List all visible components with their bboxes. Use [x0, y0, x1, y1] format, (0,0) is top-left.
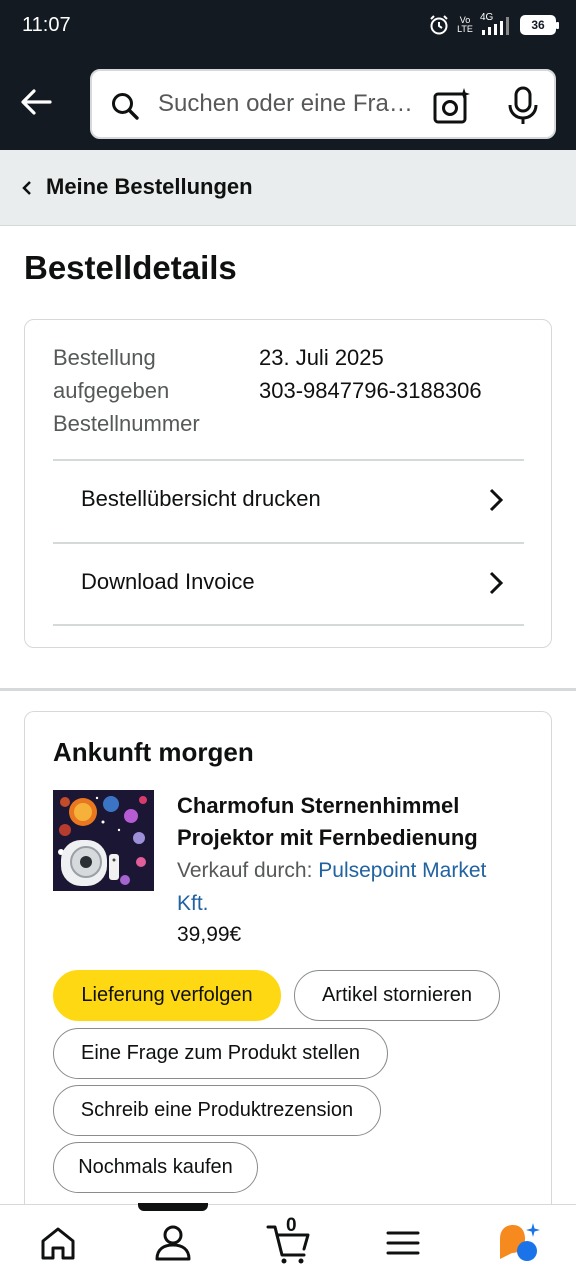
product-title[interactable]: Charmofun Sternenhimmel Projektor mit Fe… [177, 790, 527, 854]
chevron-right-icon [489, 571, 504, 595]
order-date-value: 23. Juli 2025 [259, 345, 384, 370]
menu-icon[interactable] [381, 1221, 425, 1265]
star-projector-image [53, 790, 154, 891]
product-title-line-1: Charmofun Sternenhimmel [177, 793, 460, 818]
divider [53, 624, 524, 626]
search-box[interactable]: Suchen oder eine Frage stellen [90, 69, 556, 139]
search-input[interactable]: Suchen oder eine Frage stellen [158, 90, 420, 118]
ask-question-button[interactable]: Eine Frage zum Produkt stellen [53, 1028, 388, 1079]
cart-count: 0 [286, 1215, 297, 1236]
order-placed-label-1: Bestellung [53, 345, 156, 370]
order-info-card: Bestellung aufgegeben Bestellnummer 23. … [24, 319, 552, 648]
arrival-status: Ankunft morgen [53, 737, 254, 767]
status-time: 11:07 [22, 14, 71, 36]
rufus-assistant-icon[interactable] [496, 1221, 540, 1265]
app-header: Suchen oder eine Frage stellen [0, 56, 576, 150]
home-icon[interactable] [36, 1221, 80, 1265]
chevron-right-icon [489, 488, 504, 512]
page-title: Bestelldetails [24, 249, 237, 286]
download-invoice-label: Download Invoice [81, 569, 255, 594]
download-invoice-link[interactable]: Download Invoice [53, 543, 524, 625]
seller-link-suffix[interactable]: Kft. [177, 892, 209, 915]
profile-icon[interactable] [151, 1221, 195, 1265]
signal-icon [482, 17, 509, 35]
order-number-value: 303-9847796-3188306 [259, 378, 482, 403]
cancel-item-button[interactable]: Artikel stornieren [294, 970, 500, 1021]
breadcrumb-label[interactable]: Meine Bestellungen [46, 174, 253, 200]
product-price: 39,99€ [177, 923, 242, 946]
buy-again-button[interactable]: Nochmals kaufen [53, 1142, 258, 1193]
order-placed-label-2: aufgegeben [53, 378, 170, 403]
signal-indicator: 4G [480, 12, 514, 36]
print-summary-link[interactable]: Bestellübersicht drucken [53, 460, 524, 542]
cart-button[interactable]: 0 [266, 1215, 314, 1265]
track-package-button[interactable]: Lieferung verfolgen [53, 970, 281, 1021]
order-number-label: Bestellnummer [53, 411, 200, 436]
camera-search-icon[interactable] [432, 86, 472, 126]
shipment-card: Ankunft morgen Charmofun Sternenhimmel P… [24, 711, 552, 1231]
product-title-line-2: Projektor mit Fernbedienung [177, 825, 478, 850]
section-separator [0, 688, 576, 691]
search-icon [112, 93, 139, 120]
volte-label: Vo LTE [457, 15, 473, 34]
microphone-icon[interactable] [506, 86, 540, 126]
status-icons: Vo LTE 4G 36 [428, 12, 559, 36]
scroll-indicator [138, 1203, 208, 1211]
volte-indicator: Vo LTE [456, 16, 474, 34]
back-arrow-icon[interactable] [18, 84, 54, 120]
breadcrumb[interactable]: Meine Bestellungen [0, 150, 576, 226]
seller-info: Verkauf durch: Pulsepoint Market Kft. [177, 854, 527, 920]
chevron-left-icon [22, 181, 31, 195]
bottom-navigation: 0 [0, 1204, 576, 1280]
product-image[interactable] [53, 790, 154, 891]
seller-prefix: Verkauf durch: [177, 859, 313, 882]
write-review-button[interactable]: Schreib eine Produktrezension [53, 1085, 381, 1136]
status-bar: 11:07 Vo LTE 4G 36 [0, 0, 576, 56]
print-summary-label: Bestellübersicht drucken [81, 486, 321, 511]
alarm-icon [430, 15, 448, 35]
battery-indicator: 36 [520, 15, 559, 35]
seller-link[interactable]: Pulsepoint Market [318, 859, 486, 882]
